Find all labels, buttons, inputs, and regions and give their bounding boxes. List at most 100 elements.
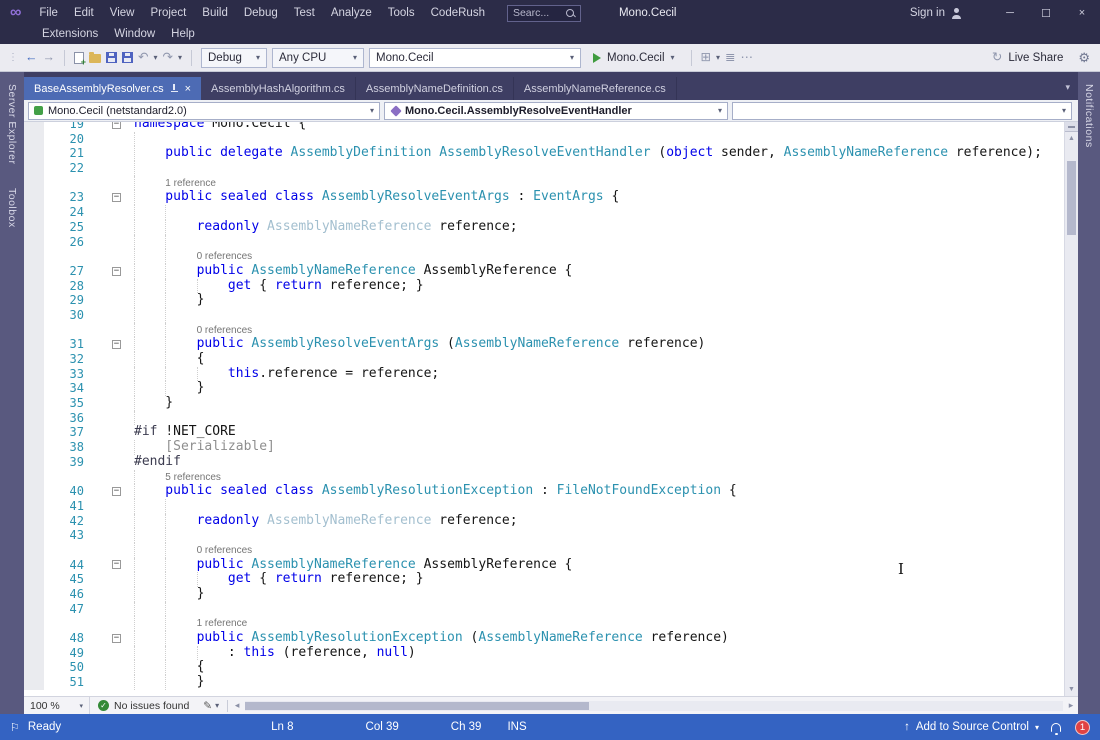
codelens-row[interactable]: 1 reference <box>24 616 1064 631</box>
ellipsis-icon[interactable]: ⋯ <box>741 51 754 64</box>
breakpoint-margin[interactable] <box>24 484 44 499</box>
menu-analyze[interactable]: Analyze <box>323 5 380 21</box>
breakpoint-margin[interactable] <box>24 264 44 279</box>
close-button[interactable]: × <box>1064 3 1100 24</box>
codelens-references[interactable]: 0 references <box>197 325 253 336</box>
breakpoint-margin[interactable] <box>24 616 44 631</box>
codelens-references[interactable]: 0 references <box>197 251 253 262</box>
breakpoint-margin[interactable] <box>24 455 44 470</box>
tab-assemblyhashalgorithm-cs[interactable]: AssemblyHashAlgorithm.cs <box>201 77 356 100</box>
code-line[interactable]: 49: this (reference, null) <box>24 646 1064 661</box>
live-share-button[interactable]: ↻ Live Share <box>992 51 1063 64</box>
code-line[interactable]: 24 <box>24 205 1064 220</box>
vertical-scroll-track[interactable] <box>1065 145 1078 683</box>
menu-edit[interactable]: Edit <box>66 5 102 21</box>
code-line[interactable]: 36 <box>24 411 1064 426</box>
scroll-up-icon[interactable]: ▲ <box>1065 132 1078 145</box>
menu-extensions[interactable]: Extensions <box>34 26 106 42</box>
fold-collapse-icon[interactable]: − <box>112 122 121 129</box>
menu-window[interactable]: Window <box>106 26 163 42</box>
codelens-row[interactable]: 0 references <box>24 543 1064 558</box>
zoom-selector[interactable]: 100 % ▾ <box>24 697 90 714</box>
codelens-references[interactable]: 5 references <box>165 472 221 483</box>
breakpoint-margin[interactable] <box>24 279 44 294</box>
solution-platform-dropdown[interactable]: Any CPU ▾ <box>272 48 364 68</box>
codelens-row[interactable]: 5 references <box>24 470 1064 485</box>
menu-help[interactable]: Help <box>163 26 203 42</box>
breakpoint-margin[interactable] <box>24 176 44 191</box>
code-editor[interactable]: 19−namespace Mono.Cecil {2021public dele… <box>24 122 1078 696</box>
breakpoint-margin[interactable] <box>24 396 44 411</box>
code-line[interactable]: 23−public sealed class AssemblyResolveEv… <box>24 190 1064 205</box>
breakpoint-margin[interactable] <box>24 249 44 264</box>
notification-badge[interactable]: 1 <box>1075 720 1090 735</box>
bell-icon[interactable] <box>1051 723 1061 732</box>
tab-list-chevron-icon[interactable]: ▾ <box>1065 82 1070 93</box>
breakpoint-margin[interactable] <box>24 587 44 602</box>
breakpoint-margin[interactable] <box>24 675 44 690</box>
member-dropdown[interactable]: ▾ <box>732 102 1072 120</box>
codelens-references[interactable]: 1 reference <box>165 178 216 189</box>
fold-collapse-icon[interactable]: − <box>112 340 121 349</box>
fold-collapse-icon[interactable]: − <box>112 193 121 202</box>
menu-view[interactable]: View <box>102 5 143 21</box>
breakpoint-margin[interactable] <box>24 499 44 514</box>
breakpoint-margin[interactable] <box>24 367 44 382</box>
list-icon[interactable]: ≣ <box>725 51 735 64</box>
maximize-button[interactable]: ☐ <box>1028 3 1064 24</box>
sign-in-button[interactable]: Sign in <box>910 7 962 19</box>
code-line[interactable]: 42readonly AssemblyNameReference referen… <box>24 514 1064 529</box>
code-line[interactable]: 35} <box>24 396 1064 411</box>
menu-file[interactable]: File <box>31 5 66 21</box>
new-file-icon[interactable] <box>74 52 84 64</box>
code-line[interactable]: 25readonly AssemblyNameReference referen… <box>24 220 1064 235</box>
navigate-back-icon[interactable]: ← <box>25 51 38 64</box>
vertical-scroll-thumb[interactable] <box>1067 161 1076 235</box>
vertical-scrollbar[interactable]: ▲ ▼ <box>1064 122 1078 696</box>
code-line[interactable]: 31−public AssemblyResolveEventArgs (Asse… <box>24 337 1064 352</box>
save-all-icon[interactable] <box>122 52 133 63</box>
scroll-left-icon[interactable]: ◂ <box>230 700 244 711</box>
code-line[interactable]: 44−public AssemblyNameReference Assembly… <box>24 558 1064 573</box>
breakpoint-margin[interactable] <box>24 572 44 587</box>
code-line[interactable]: 28get { return reference; } <box>24 279 1064 294</box>
code-line[interactable]: 43 <box>24 528 1064 543</box>
breakpoint-margin[interactable] <box>24 425 44 440</box>
menu-coderush[interactable]: CodeRush <box>423 5 493 21</box>
breakpoint-margin[interactable] <box>24 337 44 352</box>
code-line[interactable]: 30 <box>24 308 1064 323</box>
code-line[interactable]: 19−namespace Mono.Cecil { <box>24 122 1064 132</box>
code-cleanup-button[interactable]: ✎ ▾ <box>197 700 225 712</box>
breakpoint-margin[interactable] <box>24 161 44 176</box>
save-icon[interactable] <box>106 52 117 63</box>
tab-assemblynamereference-cs[interactable]: AssemblyNameReference.cs <box>514 77 677 100</box>
chevron-down-icon[interactable]: ▾ <box>716 53 720 62</box>
breakpoint-margin[interactable] <box>24 293 44 308</box>
code-line[interactable]: 48−public AssemblyResolutionException (A… <box>24 631 1064 646</box>
redo-icon[interactable]: ↷ <box>163 51 173 64</box>
codelens-row[interactable]: 0 references <box>24 323 1064 338</box>
menu-build[interactable]: Build <box>194 5 236 21</box>
undo-dropdown-icon[interactable]: ▾ <box>153 53 157 62</box>
navigate-forward-icon[interactable]: → <box>43 51 56 64</box>
breakpoint-margin[interactable] <box>24 381 44 396</box>
horizontal-scrollbar[interactable] <box>245 701 1063 711</box>
add-to-source-control-button[interactable]: ↑ Add to Source Control ▾ <box>904 721 1039 733</box>
side-tab-toolbox[interactable]: Toolbox <box>6 188 18 228</box>
solution-configuration-dropdown[interactable]: Debug ▾ <box>201 48 267 68</box>
breakpoint-margin[interactable] <box>24 440 44 455</box>
start-debugging-button[interactable]: Mono.Cecil ▾ <box>586 48 682 68</box>
breakpoint-margin[interactable] <box>24 543 44 558</box>
menu-test[interactable]: Test <box>286 5 323 21</box>
codelens-references[interactable]: 1 reference <box>197 618 248 629</box>
code-line[interactable]: 39#endif <box>24 455 1064 470</box>
type-dropdown[interactable]: Mono.Cecil.AssemblyResolveEventHandler ▾ <box>384 102 728 120</box>
code-line[interactable]: 38[Serializable] <box>24 440 1064 455</box>
breakpoint-margin[interactable] <box>24 220 44 235</box>
menu-debug[interactable]: Debug <box>236 5 286 21</box>
fold-collapse-icon[interactable]: − <box>112 560 121 569</box>
code-line[interactable]: 34} <box>24 381 1064 396</box>
code-line[interactable]: 45get { return reference; } <box>24 572 1064 587</box>
codelens-row[interactable]: 1 reference <box>24 176 1064 191</box>
close-tab-icon[interactable]: × <box>185 83 191 95</box>
